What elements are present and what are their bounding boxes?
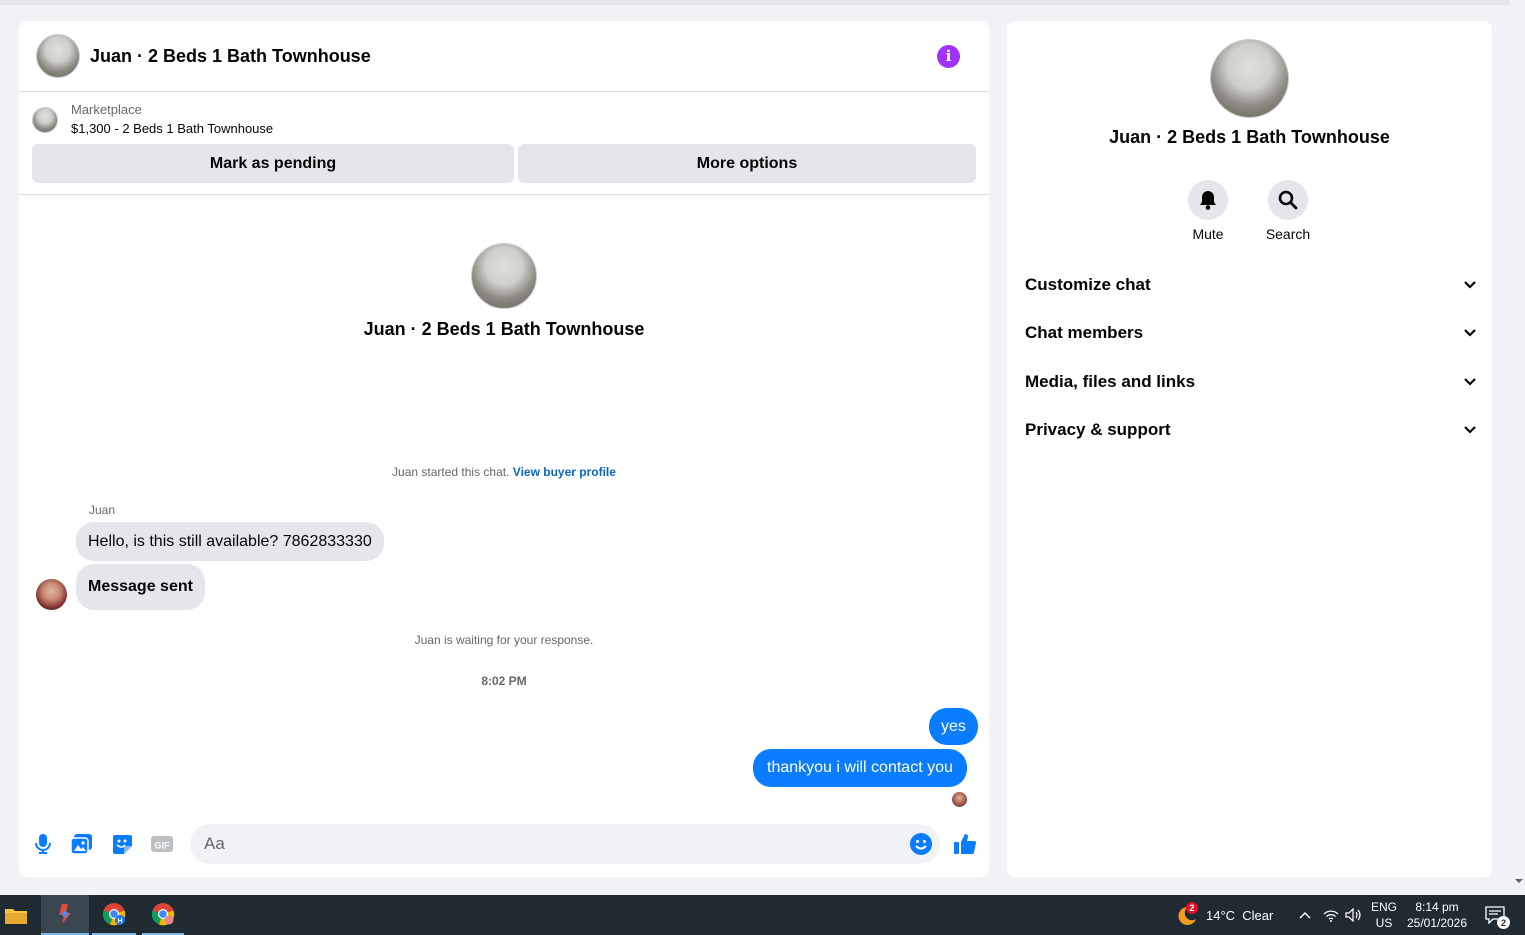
chevron-down-icon	[1464, 329, 1476, 337]
language-label: ENG	[1370, 900, 1397, 914]
photo-icon[interactable]	[71, 833, 93, 855]
message-bubble[interactable]: Hello, is this still available? 78628333…	[76, 522, 384, 561]
app-icon-active[interactable]	[41, 895, 89, 935]
listing-thumbnail	[32, 107, 58, 133]
sender-avatar[interactable]	[36, 579, 67, 610]
marketplace-label: Marketplace	[71, 102, 142, 117]
sticker-icon[interactable]	[111, 833, 133, 855]
section-label: Chat members	[1025, 323, 1144, 342]
chevron-down-icon	[1464, 426, 1476, 434]
chevron-down-icon	[1464, 281, 1476, 289]
taskbar: H 2 14°C Clear ENG US 8:14 pm 25/01/2026…	[0, 895, 1525, 935]
weather-badge: 2	[1186, 902, 1198, 914]
chat-panel: Juan · 2 Beds 1 Bath Townhouse i Marketp…	[19, 21, 989, 877]
info-icon[interactable]: i	[937, 44, 960, 68]
chat-members-section[interactable]: Chat members	[1025, 323, 1477, 343]
chat-title[interactable]: Juan · 2 Beds 1 Bath Townhouse	[90, 46, 371, 67]
chevron-up-icon[interactable]	[1297, 895, 1313, 935]
chevron-down-icon	[1464, 378, 1476, 386]
media-files-links-section[interactable]: Media, files and links	[1025, 372, 1477, 392]
emoji-icon[interactable]	[910, 833, 932, 855]
weather-text[interactable]: 14°C Clear	[1206, 895, 1273, 935]
message-input[interactable]: Aa	[190, 824, 940, 864]
mute-action[interactable]: Mute	[1178, 180, 1238, 242]
message-bubble[interactable]: thankyou i will contact you	[753, 749, 967, 787]
chat-details-panel: Juan · 2 Beds 1 Bath Townhouse Mute Sear…	[1007, 21, 1492, 877]
intro-name: Juan · 2 Beds 1 Bath Townhouse	[363, 319, 645, 339]
search-action[interactable]: Search	[1258, 180, 1318, 242]
window-top-border	[0, 0, 1510, 5]
file-explorer-icon[interactable]	[0, 895, 32, 935]
chat-avatar[interactable]	[36, 34, 80, 78]
like-icon[interactable]	[953, 832, 977, 856]
chrome-icon[interactable]	[142, 895, 184, 935]
view-buyer-profile-link[interactable]: View buyer profile	[513, 465, 616, 479]
language-indicator[interactable]: ENG US	[1368, 895, 1400, 935]
sender-name: Juan	[89, 503, 116, 517]
svg-text:H: H	[117, 918, 122, 925]
section-label: Media, files and links	[1025, 372, 1196, 391]
marketplace-bar: Marketplace $1,300 - 2 Beds 1 Bath Townh…	[19, 92, 989, 195]
search-icon[interactable]	[1268, 180, 1308, 220]
message-bubble[interactable]: yes	[929, 708, 978, 745]
seen-avatar	[952, 792, 967, 807]
message-bubble[interactable]: Message sent	[76, 564, 205, 610]
clock[interactable]: 8:14 pm 25/01/2026	[1404, 895, 1470, 935]
clock-time: 8:14 pm	[1415, 900, 1459, 914]
intro-avatar[interactable]	[471, 243, 537, 309]
volume-icon[interactable]	[1344, 895, 1362, 935]
microphone-icon[interactable]	[32, 833, 54, 855]
network-icon[interactable]	[1323, 895, 1339, 935]
section-label: Privacy & support	[1025, 420, 1171, 439]
notification-count: 2	[1497, 916, 1510, 929]
chat-header: Juan · 2 Beds 1 Bath Townhouse i	[19, 21, 989, 92]
customize-chat-section[interactable]: Customize chat	[1025, 275, 1477, 295]
chat-intro: Juan · 2 Beds 1 Bath Townhouse	[19, 243, 989, 340]
weather-icon[interactable]: 2	[1172, 895, 1200, 935]
waiting-notice: Juan is waiting for your response.	[414, 633, 594, 647]
chat-started-notice: Juan started this chat. View buyer profi…	[19, 465, 989, 479]
region-label: US	[1375, 916, 1393, 930]
listing-info[interactable]: Marketplace $1,300 - 2 Beds 1 Bath Townh…	[32, 102, 976, 138]
mark-as-pending-button[interactable]: Mark as pending	[32, 144, 514, 183]
svg-text:GIF: GIF	[155, 841, 171, 851]
clock-date: 25/01/2026	[1406, 916, 1468, 930]
composer: GIF Aa	[19, 822, 989, 866]
section-label: Customize chat	[1025, 275, 1151, 294]
page-scrollbar[interactable]	[1513, 4, 1525, 884]
privacy-support-section[interactable]: Privacy & support	[1025, 420, 1477, 440]
details-avatar[interactable]	[1210, 39, 1289, 118]
chrome-icon[interactable]: H	[92, 895, 136, 935]
mute-label: Mute	[1192, 226, 1224, 242]
scroll-down-arrow-icon[interactable]	[1514, 878, 1524, 884]
bell-icon[interactable]	[1188, 180, 1228, 220]
message-timestamp: 8:02 PM	[481, 674, 527, 688]
listing-title: $1,300 - 2 Beds 1 Bath Townhouse	[71, 121, 274, 136]
notification-icon[interactable]: 2	[1480, 895, 1510, 935]
chat-started-text: Juan started this chat.	[392, 465, 510, 479]
more-options-button[interactable]: More options	[518, 144, 976, 183]
gif-icon[interactable]: GIF	[151, 833, 173, 855]
details-name: Juan · 2 Beds 1 Bath Townhouse	[1109, 127, 1390, 147]
search-label: Search	[1265, 226, 1311, 242]
